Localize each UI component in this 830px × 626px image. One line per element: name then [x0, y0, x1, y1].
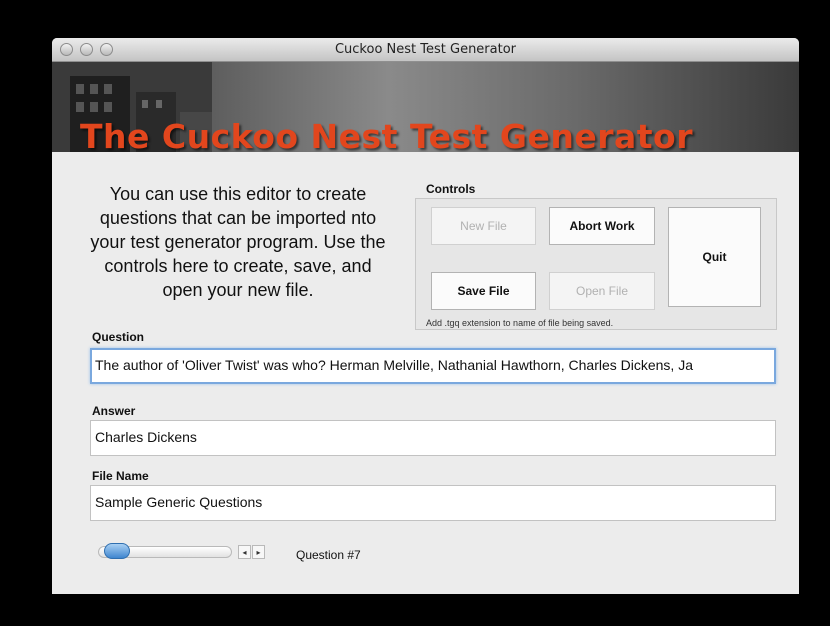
open-file-button[interactable]: Open File: [549, 272, 655, 310]
window-title: Cuckoo Nest Test Generator: [334, 42, 517, 57]
header-banner: The Cuckoo Nest Test Generator: [52, 62, 799, 152]
answer-field[interactable]: Charles Dickens: [90, 420, 776, 456]
slider-thumb[interactable]: [104, 543, 130, 559]
app-window: Cuckoo Nest Test Generator The Cuckoo Ne…: [52, 38, 799, 594]
title-bar[interactable]: Cuckoo Nest Test Generator: [52, 38, 799, 62]
intro-text: You can use this editor to create questi…: [90, 184, 386, 300]
answer-label: Answer: [92, 404, 136, 418]
quit-button[interactable]: Quit: [668, 207, 761, 307]
next-arrow-icon[interactable]: ▸: [252, 545, 265, 559]
previous-arrow-icon[interactable]: ◂: [238, 545, 251, 559]
question-label: Question: [92, 330, 145, 344]
file-name-label: File Name: [92, 469, 149, 483]
filename-hint: Add .tgq extension to name of file being…: [426, 318, 614, 328]
save-file-button[interactable]: Save File: [431, 272, 536, 310]
abort-work-button[interactable]: Abort Work: [549, 207, 655, 245]
new-file-button[interactable]: New File: [431, 207, 536, 245]
question-counter: Question #7: [296, 548, 361, 562]
file-name-field[interactable]: Sample Generic Questions: [90, 485, 776, 521]
banner-title: The Cuckoo Nest Test Generator: [80, 117, 693, 152]
controls-label: Controls: [426, 182, 476, 196]
question-field[interactable]: The author of 'Oliver Twist' was who? He…: [90, 348, 776, 384]
